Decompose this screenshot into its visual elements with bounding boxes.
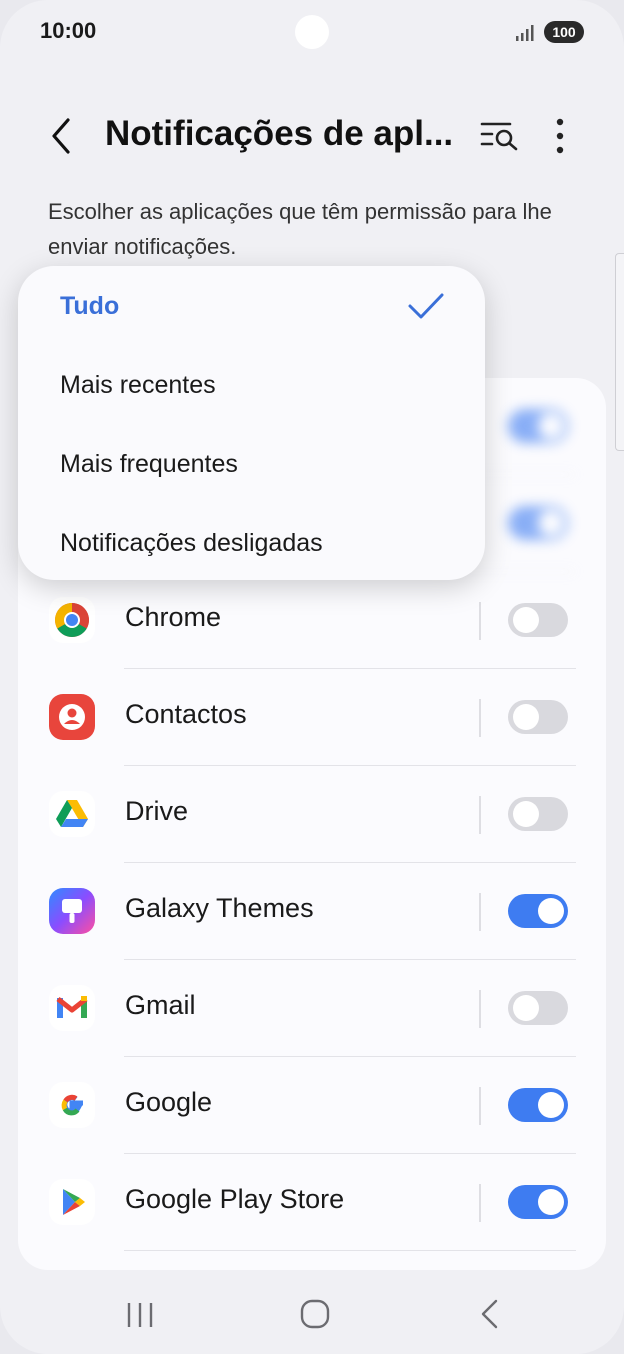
page-description: Escolher as aplicações que têm permissão… — [48, 199, 552, 259]
separator — [479, 699, 481, 737]
contacts-icon — [49, 694, 95, 740]
separator — [479, 602, 481, 640]
filter-option-mais-recentes[interactable]: Mais recentes — [60, 371, 216, 400]
search-filter-button[interactable] — [476, 114, 524, 158]
more-options-button[interactable] — [538, 112, 582, 160]
app-name: Google — [125, 1087, 213, 1117]
app-row-drive[interactable]: Drive — [18, 766, 606, 863]
app-name: Gmail — [125, 990, 196, 1020]
chevron-left-icon — [52, 118, 70, 154]
separator — [479, 990, 481, 1028]
notification-toggle[interactable] — [508, 603, 568, 637]
filter-option-notificacoes-desligadas[interactable]: Notificações desligadas — [60, 529, 323, 558]
back-button[interactable] — [40, 112, 88, 160]
signal-icon — [516, 25, 534, 41]
play-store-icon — [49, 1179, 95, 1225]
front-camera — [295, 15, 329, 49]
app-name: Google Play Store — [125, 1184, 345, 1214]
navigation-bar — [0, 1270, 624, 1354]
app-row-google-play-store[interactable]: Google Play Store — [18, 1154, 606, 1251]
app-row-chrome[interactable]: Chrome — [18, 572, 606, 669]
separator — [479, 1087, 481, 1125]
app-name: Galaxy Themes — [125, 893, 314, 923]
app-name: Drive — [125, 796, 189, 826]
nav-back-button[interactable] — [478, 1298, 502, 1330]
battery-icon: 100 — [544, 21, 584, 43]
recent-apps-button[interactable] — [125, 1300, 157, 1330]
search-list-icon — [480, 122, 518, 151]
notification-toggle[interactable] — [508, 1185, 568, 1219]
app-row-gmail[interactable]: Gmail — [18, 960, 606, 1057]
app-row-contactos[interactable]: Contactos — [18, 669, 606, 766]
notification-toggle[interactable] — [508, 894, 568, 928]
notification-toggle[interactable] — [508, 797, 568, 831]
divider — [124, 1250, 576, 1251]
filter-option-tudo[interactable]: Tudo — [60, 292, 119, 321]
notification-toggle[interactable] — [508, 506, 568, 540]
scroll-indicator[interactable] — [615, 253, 624, 451]
more-vertical-icon — [556, 118, 564, 154]
notification-toggle[interactable] — [508, 991, 568, 1025]
status-time: 10:00 — [40, 18, 97, 43]
drive-icon — [49, 791, 95, 837]
check-icon — [408, 293, 444, 319]
app-row-google[interactable]: Google — [18, 1057, 606, 1154]
app-row-galaxy-themes[interactable]: Galaxy Themes — [18, 863, 606, 960]
app-name: Chrome — [125, 602, 222, 632]
separator — [479, 1184, 481, 1222]
gmail-icon — [49, 985, 95, 1031]
separator — [479, 893, 481, 931]
filter-option-mais-frequentes[interactable]: Mais frequentes — [60, 450, 238, 479]
home-button[interactable] — [299, 1298, 331, 1330]
notification-toggle[interactable] — [508, 700, 568, 734]
galaxy-themes-icon — [49, 888, 95, 934]
page-title: Notificações de apl... — [105, 114, 454, 153]
notification-toggle[interactable] — [508, 1088, 568, 1122]
filter-menu: Tudo Mais recentes Mais frequentes Notif… — [18, 266, 485, 580]
google-icon — [49, 1082, 95, 1128]
chrome-icon — [49, 597, 95, 643]
phone-screen: 10:00 100 Notificações de apl... Escolhe… — [0, 0, 624, 1354]
separator — [479, 796, 481, 834]
status-bar: 10:00 100 — [0, 0, 624, 64]
app-name: Contactos — [125, 699, 247, 729]
notification-toggle[interactable] — [508, 409, 568, 443]
